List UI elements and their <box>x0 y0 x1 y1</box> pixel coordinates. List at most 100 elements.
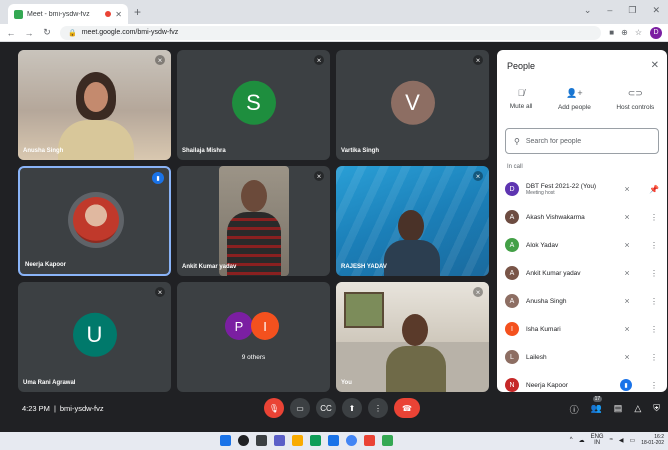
close-icon[interactable]: ✕ <box>651 60 659 71</box>
activities-icon[interactable]: △ <box>634 403 641 416</box>
search-input[interactable] <box>525 137 646 145</box>
video-tile-active[interactable]: ▮ Neerja Kapoor <box>18 166 171 276</box>
participant-row[interactable]: A Ankit Kumar yadav ⨯ ⋮ <box>497 259 667 287</box>
chevron-down-icon[interactable]: ⌄ <box>584 5 592 16</box>
participant-row[interactable]: A Anusha Singh ⨯ ⋮ <box>497 287 667 315</box>
app-icon[interactable] <box>364 435 375 446</box>
captions-button[interactable]: CC <box>316 398 336 418</box>
video-tile[interactable]: ⨯ Anusha Singh <box>18 50 171 160</box>
more-options-icon[interactable]: ⋮ <box>649 213 659 222</box>
language-indicator[interactable]: ENG IN <box>591 434 604 446</box>
app-icon[interactable] <box>382 435 393 446</box>
mute-all-button[interactable]: 🎙̸ Mute all <box>510 88 533 111</box>
meeting-info: 4:23 PM | bmi-ysdw-fvz <box>22 404 104 413</box>
video-tile[interactable]: U ⨯ Uma Rani Agrawal <box>18 282 171 392</box>
edge-icon[interactable] <box>310 435 321 446</box>
avatar: A <box>505 210 519 224</box>
more-options-icon[interactable]: ⋮ <box>649 269 659 278</box>
mic-off-icon: 🎙̸ <box>517 88 525 98</box>
pin-icon[interactable]: 📌 <box>649 185 659 194</box>
more-options-icon[interactable]: ⋮ <box>649 325 659 334</box>
onedrive-icon[interactable]: ☁ <box>579 437 585 444</box>
task-view-icon[interactable] <box>256 435 267 446</box>
start-icon[interactable] <box>220 435 231 446</box>
new-tab-button[interactable]: + <box>134 5 141 19</box>
battery-icon[interactable]: ▭ <box>630 437 636 444</box>
avatar: A <box>505 294 519 308</box>
people-button[interactable]: 17 👥 <box>591 396 603 416</box>
mic-off-icon: ⨯ <box>473 55 483 65</box>
hang-up-button[interactable]: ☎ <box>394 398 420 418</box>
more-options-button[interactable]: ⋮ <box>368 398 388 418</box>
window-controls: ⌄ – ❐ ✕ <box>584 5 660 16</box>
bookmark-star-icon[interactable]: ☆ <box>635 28 642 37</box>
panel-title: People <box>507 61 536 71</box>
video-tile[interactable]: ⨯ Ankit Kumar yadav <box>177 166 330 276</box>
people-search[interactable]: ⚲ <box>505 128 659 154</box>
avatar: D <box>505 182 519 196</box>
teams-icon[interactable] <box>274 435 285 446</box>
wifi-icon[interactable]: ≈ <box>610 437 613 443</box>
tab-close-icon[interactable]: ✕ <box>115 10 122 19</box>
reload-icon[interactable]: ↻ <box>42 27 52 38</box>
search-taskbar-icon[interactable] <box>238 435 249 446</box>
minimize-icon[interactable]: – <box>607 5 612 16</box>
mic-off-icon: ⨯ <box>624 354 630 361</box>
participant-name: Isha Kumari <box>526 325 561 333</box>
back-icon[interactable]: ← <box>6 28 16 38</box>
chat-icon[interactable]: ▤ <box>614 403 623 416</box>
volume-icon[interactable]: ◀ <box>619 437 624 444</box>
participant-names: DBT Fest 2021-22 (You) Meeting host <box>526 183 615 196</box>
participant-names: Lailesh <box>526 354 615 361</box>
clock-date: 18-01-202 <box>641 440 664 446</box>
extension-icon[interactable]: ⊕ <box>621 28 628 37</box>
more-options-icon[interactable]: ⋮ <box>649 241 659 250</box>
tile-name: Shailaja Mishra <box>182 148 226 154</box>
close-window-icon[interactable]: ✕ <box>652 5 660 16</box>
others-tile[interactable]: P I 9 others <box>177 282 330 392</box>
mic-toggle-button[interactable]: 🎙 <box>264 398 284 418</box>
video-tile-self[interactable]: ⨯ You <box>336 282 489 392</box>
tile-name: You <box>341 380 352 386</box>
participant-names: Isha Kumari <box>526 326 615 333</box>
video-tile[interactable]: S ⨯ Shailaja Mishra <box>177 50 330 160</box>
more-options-icon[interactable]: ⋮ <box>649 353 659 362</box>
participant-row[interactable]: A Akash Vishwakarma ⨯ ⋮ <box>497 203 667 231</box>
add-people-button[interactable]: 👤+ Add people <box>558 88 591 111</box>
camera-toggle-button[interactable]: ▭ <box>290 398 310 418</box>
participant-row[interactable]: N Neerja Kapoor ▮ ⋮ <box>497 371 667 399</box>
in-call-section-label: In call <box>507 164 523 170</box>
video-tile[interactable]: ⨯ RAJESH YADAV <box>336 166 489 276</box>
info-icon[interactable]: ⓘ <box>570 403 579 416</box>
browser-tab-meet[interactable]: Meet - bmi-ysdw-fvz ✕ <box>8 4 128 24</box>
participant-names: Anusha Singh <box>526 298 615 305</box>
speaking-indicator-icon: ▮ <box>620 379 632 391</box>
store-icon[interactable] <box>328 435 339 446</box>
participant-row[interactable]: I Isha Kumari ⨯ ⋮ <box>497 315 667 343</box>
participant-row[interactable]: D DBT Fest 2021-22 (You) Meeting host ⨯ 📌 <box>497 175 667 203</box>
more-options-icon[interactable]: ⋮ <box>649 381 659 390</box>
chevron-up-icon[interactable]: ^ <box>570 437 573 443</box>
add-person-icon: 👤+ <box>566 88 583 98</box>
camera-permission-icon[interactable]: ■ <box>609 28 614 37</box>
avatar: V <box>390 80 435 125</box>
more-options-icon[interactable]: ⋮ <box>649 297 659 306</box>
present-button[interactable]: ⬆ <box>342 398 362 418</box>
participant-row[interactable]: A Alok Yadav ⨯ ⋮ <box>497 231 667 259</box>
host-lock-icon[interactable]: ⛨ <box>653 403 660 416</box>
avatar: I <box>505 322 519 336</box>
chrome-icon[interactable] <box>346 435 357 446</box>
participant-row[interactable]: L Lailesh ⨯ ⋮ <box>497 343 667 371</box>
address-bar[interactable]: 🔒 meet.google.com/bmi-ysdw-fvz <box>60 25 602 40</box>
avatar: U <box>72 312 117 357</box>
mic-off-icon: ⨯ <box>314 171 324 181</box>
forward-icon[interactable]: → <box>24 28 34 38</box>
video-tile[interactable]: V ⨯ Vartika Singh <box>336 50 489 160</box>
people-panel: People ✕ 🎙̸ Mute all 👤+ Add people ⊂⊃ Ho… <box>497 50 667 392</box>
tile-name: Anusha Singh <box>23 148 64 154</box>
host-controls-button[interactable]: ⊂⊃ Host controls <box>616 88 654 111</box>
system-clock[interactable]: 16:2 18-01-202 <box>641 434 664 446</box>
file-explorer-icon[interactable] <box>292 435 303 446</box>
maximize-icon[interactable]: ❐ <box>628 5 636 16</box>
profile-avatar[interactable]: D <box>650 26 662 39</box>
